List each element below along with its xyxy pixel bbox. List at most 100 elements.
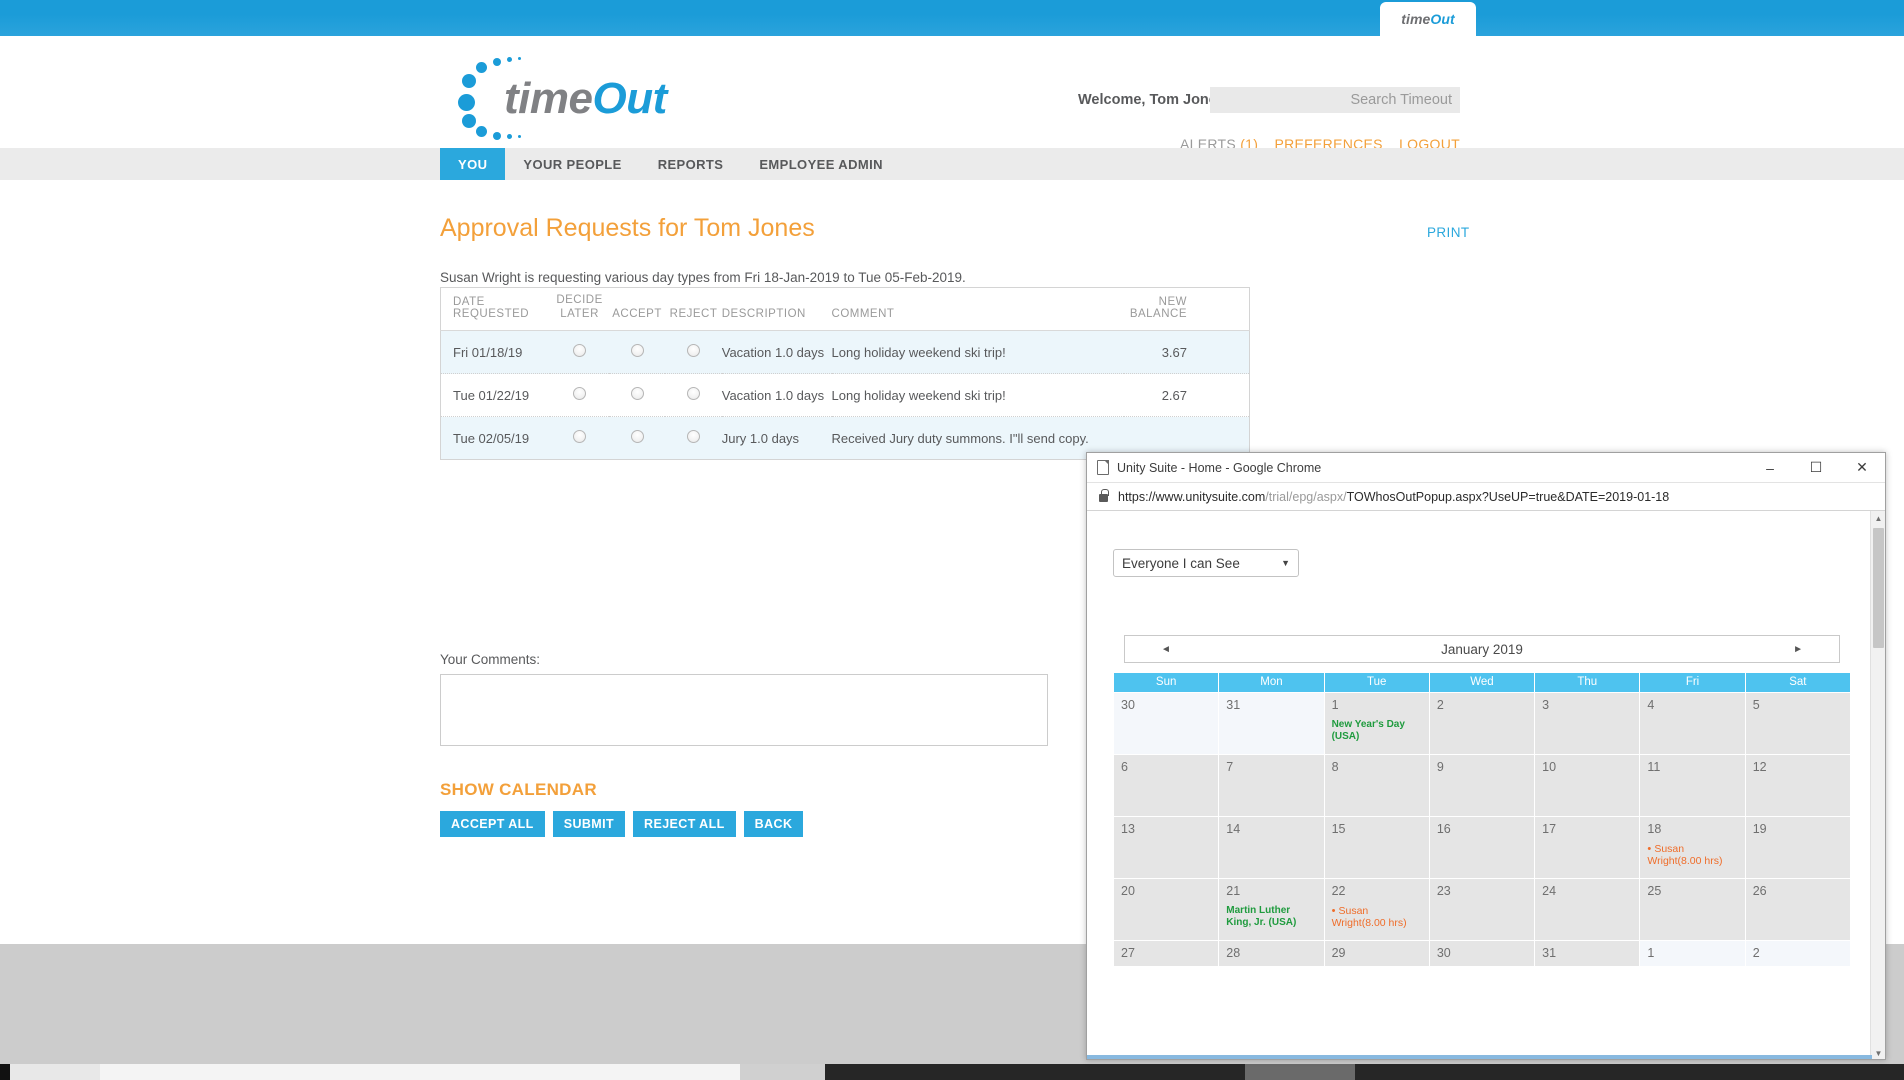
accept-all-button[interactable]: ACCEPT ALL	[440, 811, 545, 837]
calendar-day-cell[interactable]: 5	[1744, 691, 1852, 755]
submit-button[interactable]: SUBMIT	[552, 811, 626, 837]
calendar-day-cell[interactable]: 13	[1112, 815, 1220, 879]
popup-scrollbar[interactable]: ▲ ▼	[1870, 511, 1885, 1059]
calendar-day-number: 6	[1121, 759, 1128, 774]
calendar-day-cell[interactable]: 25	[1639, 877, 1746, 941]
popup-window-title: Unity Suite - Home - Google Chrome	[1117, 460, 1322, 475]
calendar-day-number: 22	[1331, 883, 1346, 898]
calendar-day-number: 24	[1542, 883, 1557, 898]
browser-tab-timeout[interactable]: timeOut	[1380, 2, 1476, 36]
calendar-day-number: 20	[1121, 883, 1135, 898]
calendar-day-cell[interactable]: 18 • Susan Wright(8.00 hrs)	[1639, 815, 1746, 879]
logo-dot	[518, 135, 521, 138]
comments-textarea[interactable]	[440, 674, 1048, 746]
back-button[interactable]: BACK	[743, 811, 804, 837]
calendar-day-cell[interactable]: 9	[1428, 753, 1536, 817]
popup-titlebar[interactable]: Unity Suite - Home - Google Chrome – ☐ ✕	[1087, 453, 1885, 483]
logo-dot	[462, 114, 476, 128]
calendar-day-cell[interactable]: 31	[1534, 939, 1641, 967]
radio-decide-later[interactable]	[573, 387, 587, 400]
radio-accept[interactable]	[630, 430, 644, 443]
calendar-day-cell[interactable]: 24	[1534, 877, 1641, 941]
reject-all-button[interactable]: REJECT ALL	[633, 811, 736, 837]
logo-dot	[476, 62, 487, 73]
calendar-day-cell[interactable]: 23	[1428, 877, 1536, 941]
calendar-day-cell[interactable]: 1 New Year's Day (USA)	[1323, 691, 1430, 755]
cell-accept	[608, 416, 666, 460]
minimize-icon[interactable]: –	[1747, 453, 1793, 483]
calendar-day-number: 27	[1121, 945, 1135, 960]
calendar-day-cell[interactable]: 6	[1112, 753, 1220, 817]
logo-dot	[462, 74, 476, 88]
radio-reject[interactable]	[687, 344, 700, 357]
calendar-day-cell[interactable]: 14	[1218, 815, 1325, 879]
calendar-day-cell[interactable]: 11	[1639, 753, 1746, 817]
radio-decide-later[interactable]	[573, 344, 587, 357]
radio-reject[interactable]	[687, 387, 700, 400]
taskbar-segment	[1355, 1064, 1904, 1080]
calendar-day-cell[interactable]: 3	[1534, 691, 1641, 755]
print-link[interactable]: PRINT	[1427, 225, 1470, 240]
timeout-logo[interactable]: timeOut	[440, 52, 667, 140]
calendar-day-cell[interactable]: 4	[1639, 691, 1746, 755]
calendar-day-number: 25	[1647, 883, 1662, 898]
calendar-day-cell[interactable]: 27	[1112, 939, 1220, 967]
calendar-day-cell[interactable]: 2	[1428, 691, 1536, 755]
who-filter-select[interactable]: Everyone I can See ▼	[1113, 549, 1299, 577]
calendar-day-cell[interactable]: 29	[1323, 939, 1430, 967]
popup-url-bar[interactable]: https://www.unitysuite.com/trial/epg/asp…	[1087, 483, 1885, 511]
maximize-icon[interactable]: ☐	[1793, 453, 1839, 483]
nav-tab-your-people[interactable]: YOUR PEOPLE	[505, 148, 639, 180]
welcome-text: Welcome, Tom Jones	[1078, 92, 1225, 108]
logo-dot	[518, 57, 521, 60]
nav-tab-you[interactable]: YOU	[440, 148, 506, 180]
calendar-day-number: 9	[1436, 759, 1444, 774]
search-input[interactable]	[1210, 87, 1460, 113]
calendar-day-cell[interactable]: 21 Martin Luther King, Jr. (USA)	[1218, 877, 1325, 941]
calendar-day-number: 15	[1331, 821, 1346, 836]
taskbar-segment	[0, 1064, 10, 1080]
nav-tab-reports[interactable]: REPORTS	[640, 148, 742, 180]
calendar-day-cell[interactable]: 8	[1323, 753, 1430, 817]
radio-accept[interactable]	[630, 344, 644, 357]
radio-reject[interactable]	[687, 430, 700, 443]
calendar-day-cell[interactable]: 31	[1218, 691, 1325, 755]
calendar-day-cell[interactable]: 10	[1534, 753, 1641, 817]
cell-new-balance: 2.67	[1124, 373, 1250, 417]
calendar-day-cell[interactable]: 12	[1744, 753, 1852, 817]
whos-out-calendar: Sun Mon Tue Wed Thu Fri Sat 30 31 1 New Yea…	[1112, 673, 1852, 967]
next-month-icon[interactable]: ►	[1793, 644, 1803, 655]
calendar-day-cell[interactable]: 28	[1218, 939, 1325, 967]
calendar-day-cell[interactable]: 26	[1744, 877, 1852, 941]
calendar-dayname-sun: Sun	[1112, 673, 1220, 693]
calendar-day-cell[interactable]: 19	[1744, 815, 1852, 879]
calendar-day-cell[interactable]: 7	[1218, 753, 1325, 817]
calendar-week-row: 30 31 1 New Year's Day (USA) 2 3 4 5	[1112, 691, 1852, 755]
calendar-day-number: 29	[1331, 945, 1346, 960]
calendar-month-title: January 2019	[1441, 641, 1523, 657]
calendar-day-cell[interactable]: 30	[1112, 691, 1220, 755]
calendar-day-number: 5	[1752, 697, 1760, 712]
close-icon[interactable]: ✕	[1839, 453, 1885, 483]
calendar-week-row: 13 14 15 16 17 18 • Susan Wright(8.00 hrs) 19	[1112, 815, 1852, 879]
calendar-dayname-wed: Wed	[1428, 673, 1536, 693]
radio-decide-later[interactable]	[573, 430, 587, 443]
calendar-day-number: 12	[1752, 759, 1767, 774]
calendar-day-cell[interactable]: 2	[1744, 939, 1852, 967]
scrollbar-thumb[interactable]	[1873, 528, 1884, 648]
calendar-day-cell[interactable]: 1	[1639, 939, 1746, 967]
radio-accept[interactable]	[630, 387, 644, 400]
scroll-down-icon[interactable]: ▼	[1871, 1046, 1885, 1059]
calendar-holiday-event: New Year's Day (USA)	[1331, 718, 1405, 742]
calendar-day-cell[interactable]: 16	[1428, 815, 1536, 879]
prev-month-icon[interactable]: ◄	[1161, 644, 1171, 655]
calendar-day-cell[interactable]: 15	[1323, 815, 1430, 879]
calendar-day-cell[interactable]: 22 • Susan Wright(8.00 hrs)	[1323, 877, 1430, 941]
calendar-day-cell[interactable]: 17	[1534, 815, 1641, 879]
nav-tab-employee-admin[interactable]: EMPLOYEE ADMIN	[741, 148, 901, 180]
calendar-day-cell[interactable]: 20	[1112, 877, 1220, 941]
show-calendar-link[interactable]: SHOW CALENDAR	[440, 780, 597, 800]
scroll-up-icon[interactable]: ▲	[1871, 511, 1885, 526]
calendar-day-cell[interactable]: 30	[1428, 939, 1536, 967]
calendar-day-number: 1	[1331, 697, 1339, 712]
